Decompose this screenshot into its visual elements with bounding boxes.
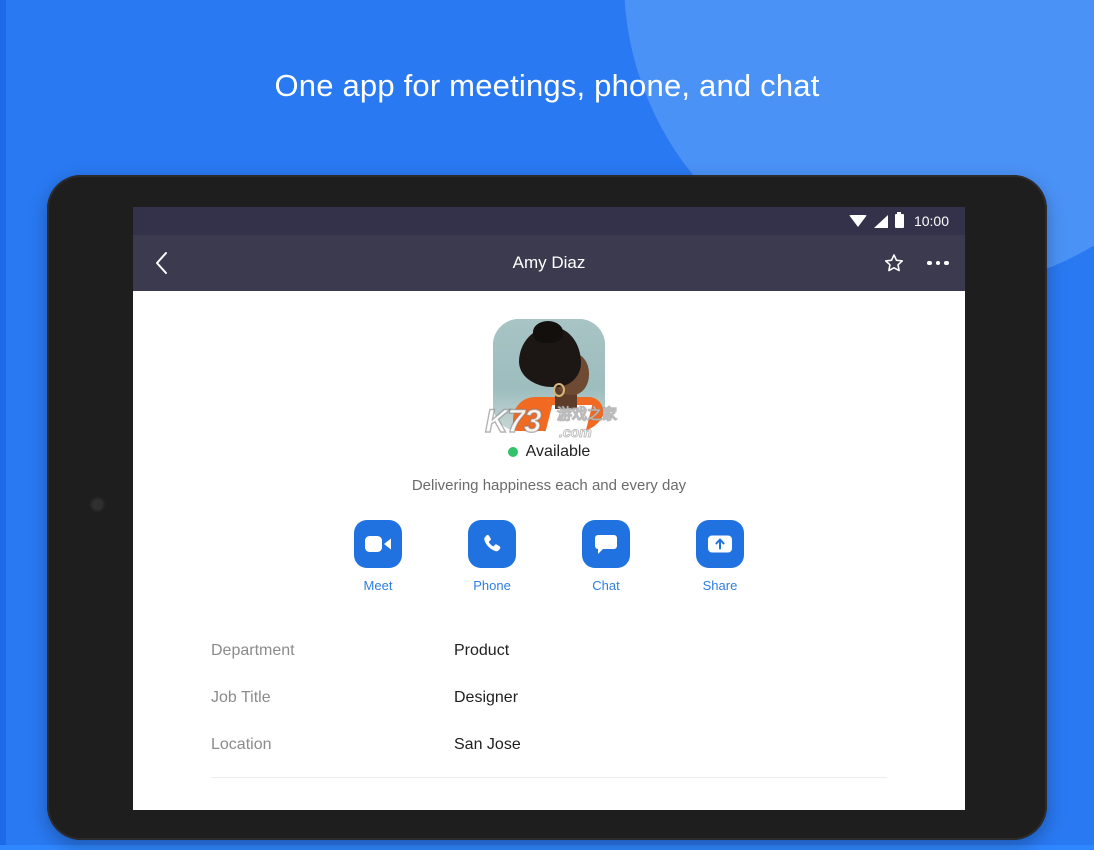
wifi-icon bbox=[848, 215, 867, 227]
share-button-tile bbox=[696, 520, 744, 568]
video-camera-icon bbox=[365, 536, 391, 552]
detail-row: Job Title Designer bbox=[211, 674, 887, 721]
phone-button-label: Phone bbox=[473, 578, 511, 593]
left-edge-strip bbox=[0, 0, 6, 850]
share-button-label: Share bbox=[702, 578, 738, 593]
status-bar-icons: 10:00 bbox=[848, 211, 949, 229]
chat-button-tile bbox=[582, 520, 630, 568]
app-bar-actions bbox=[879, 248, 953, 278]
promo-background: One app for meetings, phone, and chat 10… bbox=[0, 0, 1094, 850]
avatar[interactable] bbox=[493, 319, 605, 431]
detail-value: Designer bbox=[454, 688, 519, 706]
status-badge bbox=[507, 447, 518, 457]
presence-status-label: Available bbox=[525, 443, 591, 460]
chat-bubble-icon bbox=[595, 535, 617, 554]
profile-content: K73 游戏之家 .com Available Delivering happi… bbox=[133, 319, 965, 810]
detail-label: Location bbox=[211, 735, 272, 753]
detail-row: Location San Jose bbox=[211, 721, 887, 768]
avatar-container: K73 游戏之家 .com bbox=[484, 319, 618, 439]
more-dots-icon bbox=[927, 260, 949, 266]
favorite-button[interactable] bbox=[879, 248, 909, 278]
bottom-edge-strip bbox=[0, 845, 1094, 850]
chat-button-label: Chat bbox=[592, 578, 620, 593]
details-divider bbox=[211, 777, 887, 778]
personal-note: Delivering happiness each and every day bbox=[411, 477, 687, 494]
phone-button-tile bbox=[468, 520, 516, 568]
page-title: Amy Diaz bbox=[512, 253, 586, 272]
back-chevron-icon bbox=[155, 252, 167, 274]
profile-details: Department Product Job Title Designer Lo… bbox=[133, 627, 965, 768]
phone-handset-icon bbox=[484, 534, 501, 552]
tablet-device-frame: 10:00 Amy Diaz K73 游戏之家 .com Available D… bbox=[47, 175, 1047, 840]
action-buttons: Meet Phone Chat Share bbox=[133, 520, 965, 593]
app-bar: Amy Diaz bbox=[133, 235, 965, 291]
detail-label: Job Title bbox=[211, 688, 271, 706]
meet-button-tile bbox=[354, 520, 402, 568]
share-button[interactable]: Share bbox=[689, 520, 751, 593]
avatar-earring bbox=[553, 383, 565, 397]
status-bar: 10:00 bbox=[133, 207, 965, 235]
chat-button[interactable]: Chat bbox=[575, 520, 637, 593]
phone-button[interactable]: Phone bbox=[461, 520, 523, 593]
detail-row: Department Product bbox=[211, 627, 887, 674]
status-bar-time: 10:00 bbox=[913, 213, 949, 229]
avatar-hair-bun bbox=[533, 321, 563, 343]
front-camera-icon bbox=[92, 499, 103, 510]
detail-value: Product bbox=[454, 641, 510, 659]
meet-button-label: Meet bbox=[363, 578, 393, 593]
battery-icon bbox=[894, 211, 904, 228]
signal-icon bbox=[873, 214, 888, 228]
back-button[interactable] bbox=[133, 235, 189, 291]
device-screen: 10:00 Amy Diaz K73 游戏之家 .com Available D… bbox=[133, 207, 965, 810]
detail-value: San Jose bbox=[454, 735, 521, 753]
star-outline-icon bbox=[884, 254, 904, 272]
promo-headline: One app for meetings, phone, and chat bbox=[274, 68, 820, 103]
presence-status: Available bbox=[133, 443, 965, 461]
overflow-menu-button[interactable] bbox=[923, 248, 953, 278]
share-upload-icon bbox=[708, 535, 732, 553]
meet-button[interactable]: Meet bbox=[347, 520, 409, 593]
detail-label: Department bbox=[211, 641, 295, 659]
